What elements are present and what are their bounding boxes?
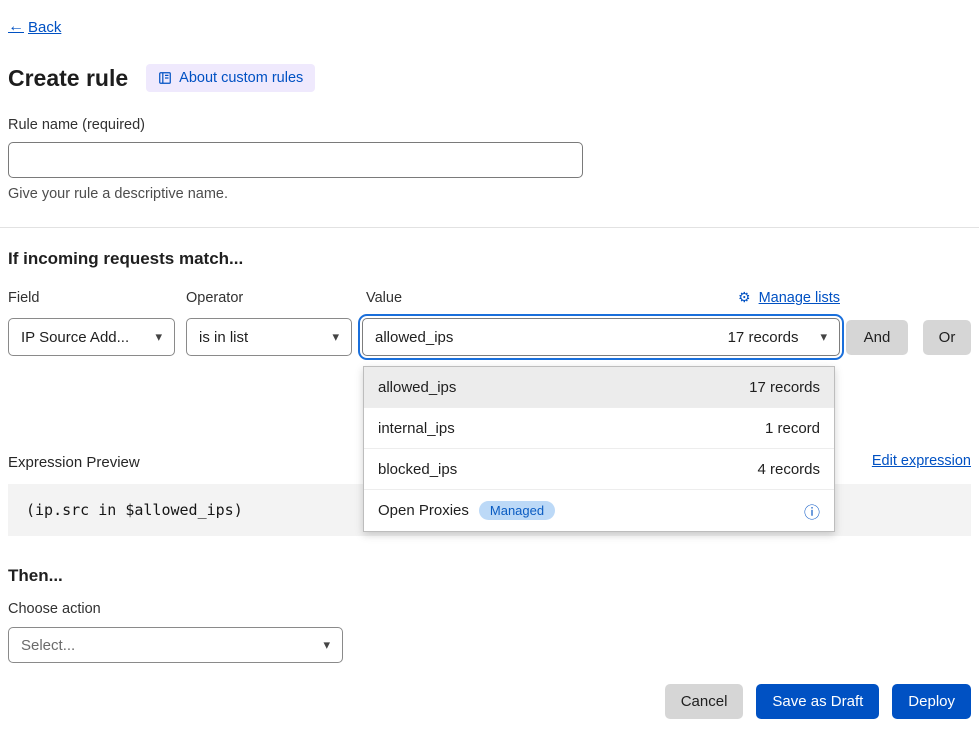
back-link[interactable]: ← Back: [8, 18, 61, 36]
create-rule-page: ← Back Create rule About custom rules Ru…: [0, 0, 979, 739]
choose-action-label: Choose action: [8, 601, 101, 617]
back-label: Back: [28, 19, 61, 36]
operator-label: Operator: [186, 290, 243, 306]
expression-code: (ip.src in $allowed_ips): [26, 501, 243, 519]
and-button[interactable]: And: [846, 320, 908, 355]
field-label: Field: [8, 290, 39, 306]
footer-actions: Cancel Save as Draft Deploy: [665, 684, 971, 719]
dropdown-item-allowed-ips[interactable]: allowed_ips 17 records: [364, 367, 834, 408]
list-records: 4 records: [757, 461, 820, 478]
deploy-button[interactable]: Deploy: [892, 684, 971, 719]
info-icon[interactable]: ⓘ: [804, 499, 820, 523]
dropdown-item-internal-ips[interactable]: internal_ips 1 record: [364, 408, 834, 449]
gear-icon: ⚙: [738, 289, 751, 305]
back-arrow-icon: ←: [8, 18, 24, 36]
then-section-title: Then...: [8, 566, 63, 586]
dropdown-item-blocked-ips[interactable]: blocked_ips 4 records: [364, 449, 834, 490]
field-select[interactable]: IP Source Add... ▾: [8, 318, 175, 356]
operator-select[interactable]: is in list ▾: [186, 318, 352, 356]
match-section-title: If incoming requests match...: [8, 249, 243, 269]
manage-lists: ⚙ Manage lists: [362, 289, 840, 306]
rule-name-helper: Give your rule a descriptive name.: [8, 186, 228, 202]
list-name: Open Proxies: [378, 502, 469, 519]
chevron-down-icon: ▾: [820, 329, 827, 345]
operator-select-value: is in list: [199, 329, 248, 346]
list-records: 17 records: [749, 379, 820, 396]
section-divider: [0, 227, 979, 228]
rule-name-input[interactable]: [8, 142, 583, 178]
edit-expression-link[interactable]: Edit expression: [872, 453, 971, 469]
list-name: allowed_ips: [378, 379, 456, 396]
value-dropdown-menu: allowed_ips 17 records internal_ips 1 re…: [363, 366, 835, 532]
list-name: internal_ips: [378, 420, 455, 437]
value-combobox[interactable]: allowed_ips 17 records ▾: [362, 318, 840, 356]
save-as-draft-button[interactable]: Save as Draft: [756, 684, 879, 719]
chevron-down-icon: ▾: [323, 637, 330, 653]
expression-preview-label: Expression Preview: [8, 454, 140, 471]
rule-name-label: Rule name (required): [8, 117, 145, 133]
cancel-button[interactable]: Cancel: [665, 684, 744, 719]
chevron-down-icon: ▾: [332, 329, 339, 345]
list-name: blocked_ips: [378, 461, 457, 478]
action-select[interactable]: Select... ▾: [8, 627, 343, 663]
chevron-down-icon: ▾: [155, 329, 162, 345]
value-combobox-value: allowed_ips: [375, 329, 453, 346]
manage-lists-link[interactable]: Manage lists: [759, 290, 840, 306]
managed-badge: Managed: [479, 501, 555, 520]
field-select-value: IP Source Add...: [21, 329, 129, 346]
list-records: 1 record: [765, 420, 820, 437]
about-custom-rules-label: About custom rules: [179, 70, 303, 86]
about-custom-rules-link[interactable]: About custom rules: [146, 64, 315, 92]
header: Create rule About custom rules: [8, 64, 315, 92]
book-icon: [158, 71, 172, 85]
dropdown-item-open-proxies[interactable]: Open Proxies Managed ⓘ: [364, 490, 834, 531]
or-button[interactable]: Or: [923, 320, 971, 355]
value-records-count: 17 records: [728, 329, 799, 346]
action-select-value: Select...: [21, 637, 75, 654]
page-title: Create rule: [8, 65, 128, 92]
